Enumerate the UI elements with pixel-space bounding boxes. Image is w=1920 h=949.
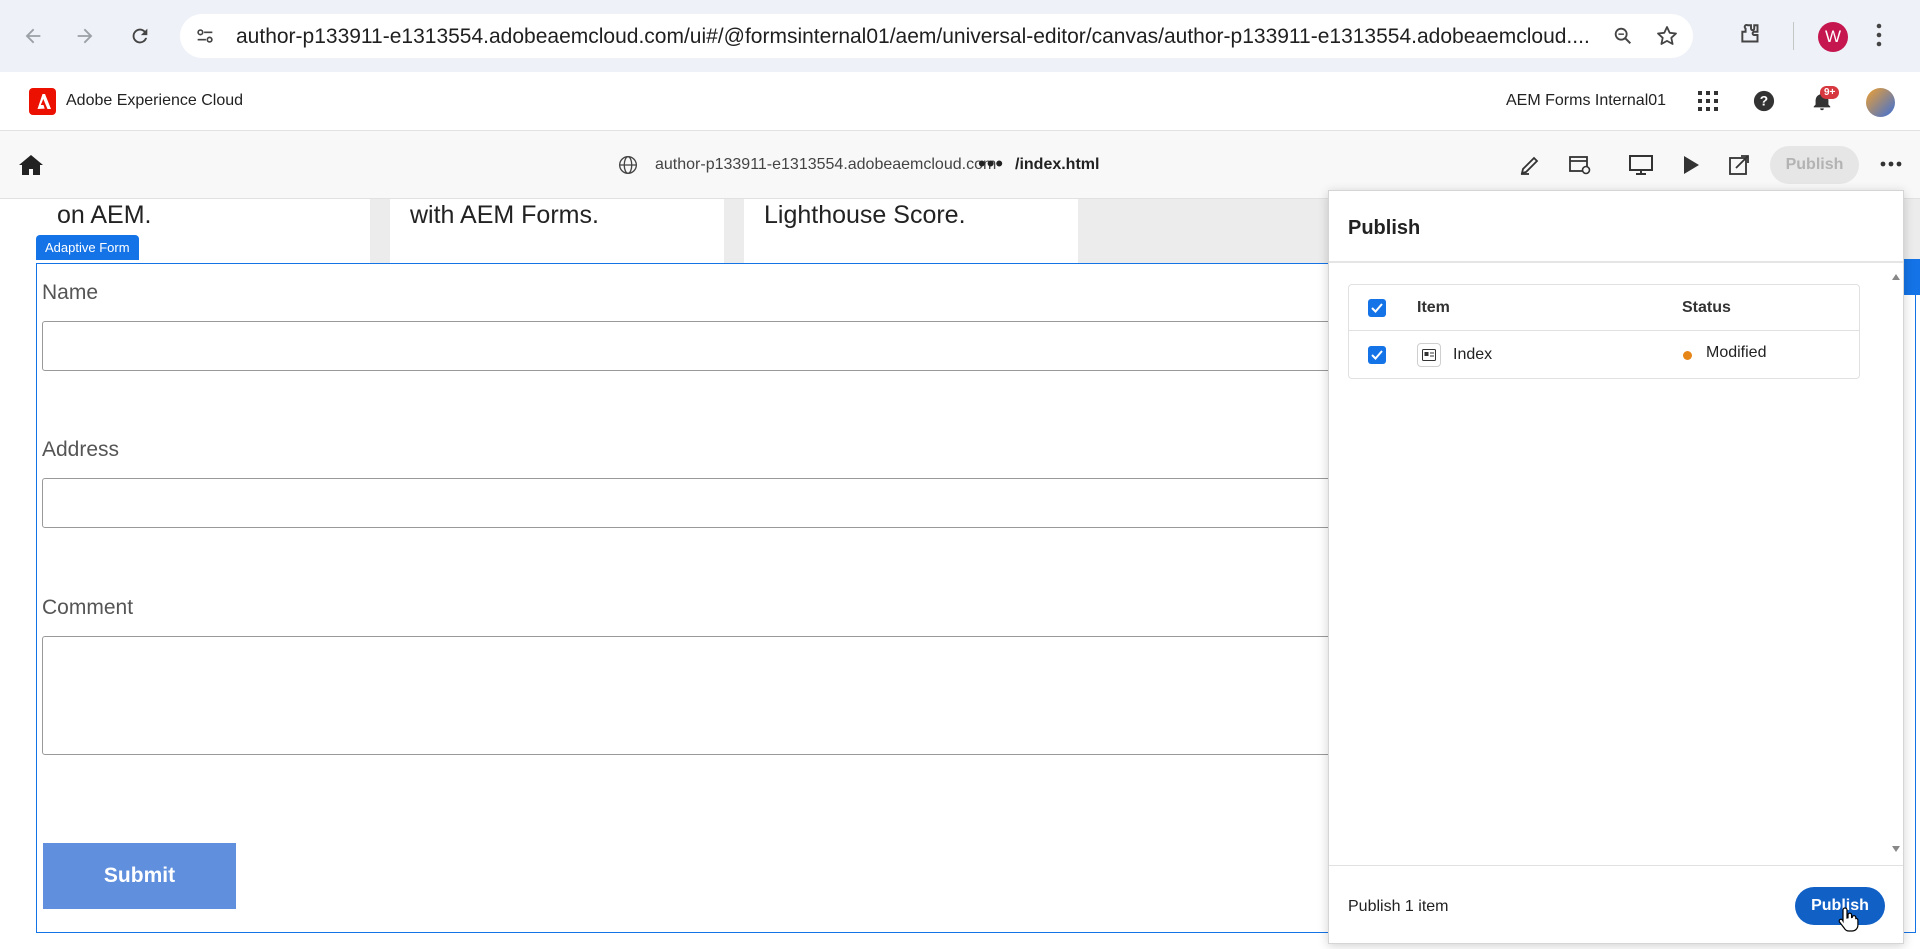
scroll-down-arrow-icon[interactable] xyxy=(1891,845,1901,853)
publish-panel-footer: Publish 1 item Publish xyxy=(1329,865,1903,945)
browser-menu-icon[interactable] xyxy=(1875,22,1883,48)
adobe-logo[interactable] xyxy=(29,88,56,115)
notification-badge: 9+ xyxy=(1820,86,1840,99)
svg-text:?: ? xyxy=(1760,94,1768,109)
publish-panel-header: Publish xyxy=(1329,191,1903,263)
preview-play-icon[interactable] xyxy=(1680,153,1702,177)
hand-cursor-icon xyxy=(1838,907,1859,932)
feature-card: Lighthouse Score. xyxy=(744,199,1078,263)
path-more-button[interactable]: ••• xyxy=(978,151,1004,177)
name-label: Name xyxy=(42,281,99,304)
edit-mode-icon[interactable] xyxy=(1518,153,1542,177)
comment-textarea[interactable] xyxy=(42,636,1442,755)
page-path: /index.html xyxy=(1015,156,1100,173)
select-all-checkbox[interactable] xyxy=(1368,299,1386,317)
user-avatar[interactable] xyxy=(1866,88,1895,117)
toolbar-divider xyxy=(1793,22,1794,50)
name-input[interactable] xyxy=(42,321,1442,371)
toolbar-publish-button[interactable]: Publish xyxy=(1770,146,1859,184)
more-options-icon[interactable] xyxy=(1880,161,1902,167)
feature-card: with AEM Forms. xyxy=(390,199,724,263)
checkmark-icon xyxy=(1371,303,1383,313)
help-icon[interactable]: ? xyxy=(1753,90,1775,112)
status-dot xyxy=(1683,351,1692,360)
status-text: Modified xyxy=(1706,344,1767,361)
publish-items-table: Item Status Index Modified xyxy=(1348,284,1860,379)
page-settings-icon[interactable] xyxy=(1568,153,1592,177)
org-switcher[interactable]: AEM Forms Internal01 xyxy=(1506,92,1666,110)
arrow-right-icon xyxy=(77,28,93,44)
adobe-a-icon xyxy=(34,94,51,109)
status-column-header[interactable]: Status xyxy=(1682,299,1731,317)
back-button[interactable] xyxy=(14,17,52,55)
publish-panel-title: Publish xyxy=(1348,217,1421,239)
address-input[interactable] xyxy=(42,478,1442,528)
bookmark-star-icon[interactable] xyxy=(1655,24,1679,48)
desktop-preview-icon[interactable] xyxy=(1628,153,1654,177)
card-text: on AEM. xyxy=(57,201,152,229)
page-icon xyxy=(1417,343,1441,367)
table-row[interactable]: Index Modified xyxy=(1349,331,1859,379)
forward-button[interactable] xyxy=(66,17,104,55)
zoom-icon[interactable] xyxy=(1612,25,1634,47)
open-in-new-icon[interactable] xyxy=(1727,153,1751,177)
browser-toolbar: author-p133911-e1313554.adobeaemcloud.co… xyxy=(0,0,1920,72)
site-host: author-p133911-e1313554.adobeaemcloud.co… xyxy=(655,156,997,173)
site-settings-icon[interactable] xyxy=(194,25,216,47)
product-title[interactable]: Adobe Experience Cloud xyxy=(66,92,243,110)
reload-icon xyxy=(132,28,148,44)
home-icon[interactable] xyxy=(18,153,44,177)
reload-button[interactable] xyxy=(121,17,159,55)
publish-panel: Publish Item Status Index Modified Publi… xyxy=(1328,190,1904,944)
arrow-left-icon xyxy=(25,28,41,44)
profile-avatar[interactable]: W xyxy=(1818,22,1848,52)
submit-button[interactable]: Submit xyxy=(43,843,236,909)
scroll-up-arrow-icon[interactable] xyxy=(1891,273,1901,281)
editor-toolbar: author-p133911-e1313554.adobeaemcloud.co… xyxy=(0,131,1920,199)
experience-cloud-header: Adobe Experience Cloud AEM Forms Interna… xyxy=(0,72,1920,131)
address-bar[interactable]: author-p133911-e1313554.adobeaemcloud.co… xyxy=(180,14,1693,58)
address-label: Address xyxy=(42,438,120,461)
comment-label: Comment xyxy=(42,596,134,619)
url-text[interactable]: author-p133911-e1313554.adobeaemcloud.co… xyxy=(236,25,1636,49)
checkmark-icon xyxy=(1371,350,1383,360)
globe-icon xyxy=(619,156,637,174)
card-text: with AEM Forms. xyxy=(410,201,599,229)
row-checkbox[interactable] xyxy=(1368,346,1386,364)
item-name: Index xyxy=(1453,346,1493,363)
item-column-header[interactable]: Item xyxy=(1417,299,1450,317)
table-header: Item Status xyxy=(1349,285,1859,331)
card-text: Lighthouse Score. xyxy=(764,201,966,229)
publish-count-text: Publish 1 item xyxy=(1348,898,1449,915)
adaptive-form-tag[interactable]: Adaptive Form xyxy=(36,235,139,260)
extensions-icon[interactable] xyxy=(1738,22,1764,48)
apps-grid-icon[interactable] xyxy=(1696,89,1720,113)
